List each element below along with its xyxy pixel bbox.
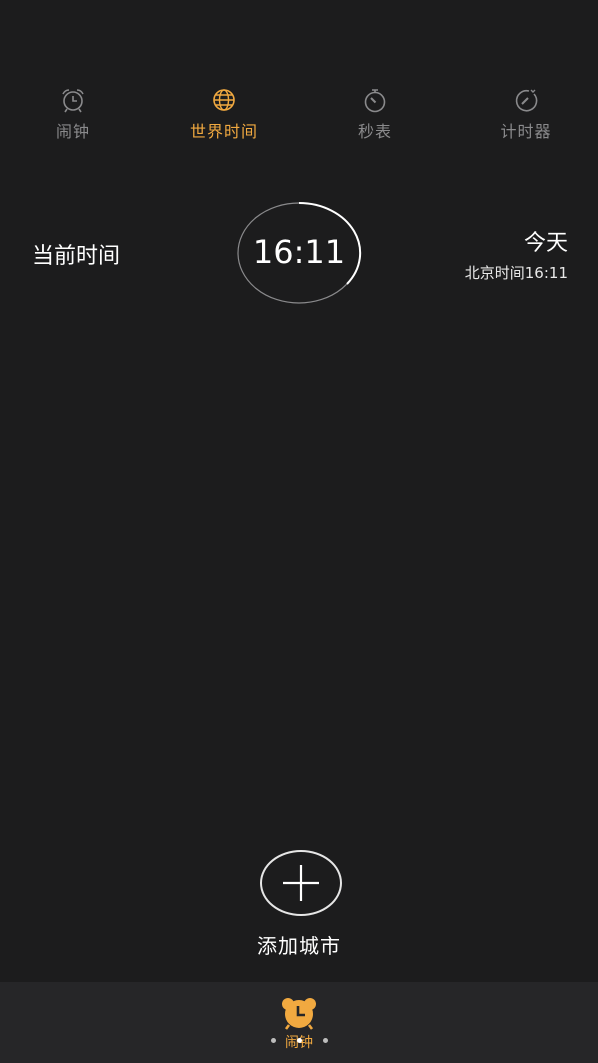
- tab-alarm[interactable]: 闹钟: [18, 84, 128, 144]
- tab-stopwatch-label: 秒表: [357, 122, 392, 141]
- tab-timer-label: 计时器: [500, 122, 552, 141]
- current-time-label: 当前时间: [32, 244, 121, 269]
- globe-icon: [213, 89, 235, 111]
- add-city-button[interactable]: [260, 850, 342, 916]
- bottom-bar: 闹钟: [0, 982, 598, 1063]
- alarm-clock-filled-icon[interactable]: [280, 996, 318, 1030]
- timezone-time: 北京时间16:11: [464, 264, 568, 282]
- timer-icon: [515, 89, 538, 112]
- tab-world-clock[interactable]: 世界时间: [169, 84, 279, 144]
- page-dot: [323, 1038, 328, 1043]
- alarm-clock-icon: [62, 89, 84, 113]
- clock-time: 16:11: [252, 233, 346, 271]
- stopwatch-icon: [364, 89, 386, 113]
- local-clock: 16:11: [236, 201, 362, 305]
- page-indicator: [271, 1038, 329, 1046]
- day-label: 今天: [523, 231, 568, 256]
- tab-bar: 闹钟 世界时间 秒表 计时器: [0, 84, 598, 144]
- page-dot-active: [297, 1038, 302, 1043]
- page-dot: [271, 1038, 276, 1043]
- add-city-label: 添加城市: [257, 934, 341, 958]
- tab-world-clock-label: 世界时间: [189, 122, 258, 141]
- tab-alarm-label: 闹钟: [55, 122, 90, 141]
- tab-stopwatch[interactable]: 秒表: [320, 84, 430, 144]
- plus-icon: [283, 865, 319, 901]
- tab-timer[interactable]: 计时器: [471, 84, 581, 144]
